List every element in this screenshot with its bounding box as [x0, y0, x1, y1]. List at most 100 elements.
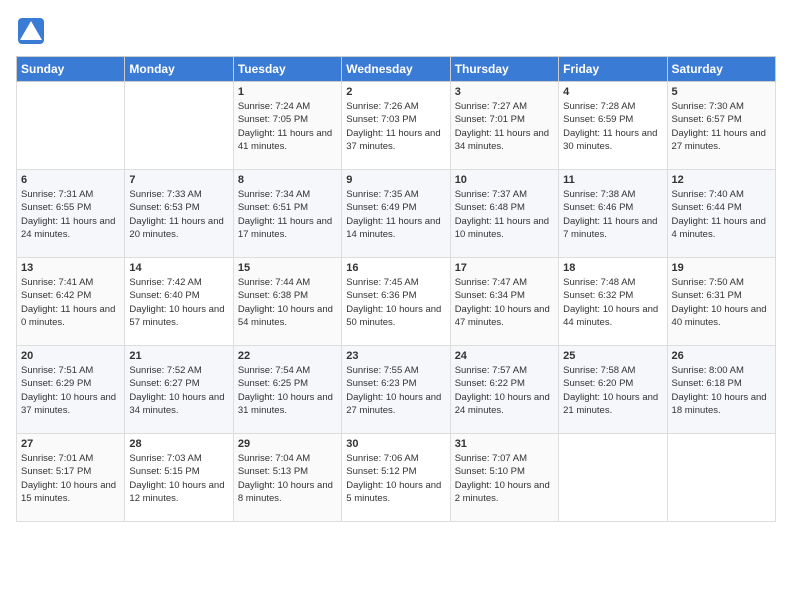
- day-number: 21: [129, 350, 228, 362]
- day-info: Sunrise: 7:24 AM Sunset: 7:05 PM Dayligh…: [238, 100, 337, 153]
- day-info: Sunrise: 7:37 AM Sunset: 6:48 PM Dayligh…: [455, 188, 554, 241]
- logo-icon: [16, 16, 46, 46]
- day-number: 30: [346, 438, 445, 450]
- day-info: Sunrise: 7:04 AM Sunset: 5:13 PM Dayligh…: [238, 452, 337, 505]
- day-info: Sunrise: 7:33 AM Sunset: 6:53 PM Dayligh…: [129, 188, 228, 241]
- calendar-cell: 6 Sunrise: 7:31 AM Sunset: 6:55 PM Daylig…: [17, 170, 125, 258]
- calendar-cell: 20 Sunrise: 7:51 AM Sunset: 6:29 PM Dayli…: [17, 346, 125, 434]
- day-number: 18: [563, 262, 662, 274]
- day-number: 4: [563, 86, 662, 98]
- calendar-cell: 13 Sunrise: 7:41 AM Sunset: 6:42 PM Dayli…: [17, 258, 125, 346]
- calendar-cell: 9 Sunrise: 7:35 AM Sunset: 6:49 PM Daylig…: [342, 170, 450, 258]
- calendar-cell: 25 Sunrise: 7:58 AM Sunset: 6:20 PM Dayli…: [559, 346, 667, 434]
- day-number: 27: [21, 438, 120, 450]
- day-number: 6: [21, 174, 120, 186]
- day-number: 11: [563, 174, 662, 186]
- day-info: Sunrise: 7:50 AM Sunset: 6:31 PM Dayligh…: [672, 276, 771, 329]
- day-number: 26: [672, 350, 771, 362]
- day-number: 9: [346, 174, 445, 186]
- calendar-cell: 15 Sunrise: 7:44 AM Sunset: 6:38 PM Dayli…: [233, 258, 341, 346]
- calendar-cell: 19 Sunrise: 7:50 AM Sunset: 6:31 PM Dayli…: [667, 258, 775, 346]
- weekday-header: Tuesday: [233, 57, 341, 82]
- day-number: 2: [346, 86, 445, 98]
- day-number: 19: [672, 262, 771, 274]
- day-info: Sunrise: 7:01 AM Sunset: 5:17 PM Dayligh…: [21, 452, 120, 505]
- calendar-cell: 30 Sunrise: 7:06 AM Sunset: 5:12 PM Dayli…: [342, 434, 450, 522]
- calendar-week-row: 1 Sunrise: 7:24 AM Sunset: 7:05 PM Daylig…: [17, 82, 776, 170]
- day-info: Sunrise: 8:00 AM Sunset: 6:18 PM Dayligh…: [672, 364, 771, 417]
- day-info: Sunrise: 7:58 AM Sunset: 6:20 PM Dayligh…: [563, 364, 662, 417]
- calendar-cell: 24 Sunrise: 7:57 AM Sunset: 6:22 PM Dayli…: [450, 346, 558, 434]
- calendar-cell: 1 Sunrise: 7:24 AM Sunset: 7:05 PM Daylig…: [233, 82, 341, 170]
- calendar-week-row: 6 Sunrise: 7:31 AM Sunset: 6:55 PM Daylig…: [17, 170, 776, 258]
- calendar-cell: 22Sunrise: 7:54 AM Sunset: 6:25 PM Dayli…: [233, 346, 341, 434]
- day-number: 7: [129, 174, 228, 186]
- day-number: 15: [238, 262, 337, 274]
- day-number: 16: [346, 262, 445, 274]
- calendar-cell: 28 Sunrise: 7:03 AM Sunset: 5:15 PM Dayli…: [125, 434, 233, 522]
- weekday-header: Friday: [559, 57, 667, 82]
- weekday-header-row: SundayMondayTuesdayWednesdayThursdayFrid…: [17, 57, 776, 82]
- day-number: 17: [455, 262, 554, 274]
- calendar-week-row: 13 Sunrise: 7:41 AM Sunset: 6:42 PM Dayli…: [17, 258, 776, 346]
- day-info: Sunrise: 7:45 AM Sunset: 6:36 PM Dayligh…: [346, 276, 445, 329]
- day-info: Sunrise: 7:55 AM Sunset: 6:23 PM Dayligh…: [346, 364, 445, 417]
- day-info: Sunrise: 7:35 AM Sunset: 6:49 PM Dayligh…: [346, 188, 445, 241]
- day-info: Sunrise: 7:31 AM Sunset: 6:55 PM Dayligh…: [21, 188, 120, 241]
- day-info: Sunrise: 7:42 AM Sunset: 6:40 PM Dayligh…: [129, 276, 228, 329]
- calendar-cell: [17, 82, 125, 170]
- day-info: Sunrise: 7:07 AM Sunset: 5:10 PM Dayligh…: [455, 452, 554, 505]
- day-number: 5: [672, 86, 771, 98]
- weekday-header: Wednesday: [342, 57, 450, 82]
- calendar-cell: 21 Sunrise: 7:52 AM Sunset: 6:27 PM Dayli…: [125, 346, 233, 434]
- day-number: 14: [129, 262, 228, 274]
- calendar-cell: 8 Sunrise: 7:34 AM Sunset: 6:51 PM Daylig…: [233, 170, 341, 258]
- calendar-cell: 16 Sunrise: 7:45 AM Sunset: 6:36 PM Dayli…: [342, 258, 450, 346]
- day-number: 13: [21, 262, 120, 274]
- day-info: Sunrise: 7:34 AM Sunset: 6:51 PM Dayligh…: [238, 188, 337, 241]
- page-header: [16, 16, 776, 46]
- calendar-table: SundayMondayTuesdayWednesdayThursdayFrid…: [16, 56, 776, 522]
- day-info: Sunrise: 7:41 AM Sunset: 6:42 PM Dayligh…: [21, 276, 120, 329]
- day-number: 22: [238, 350, 337, 362]
- logo: [16, 16, 50, 46]
- day-info: Sunrise: 7:40 AM Sunset: 6:44 PM Dayligh…: [672, 188, 771, 241]
- calendar-cell: 14 Sunrise: 7:42 AM Sunset: 6:40 PM Dayli…: [125, 258, 233, 346]
- day-info: Sunrise: 7:51 AM Sunset: 6:29 PM Dayligh…: [21, 364, 120, 417]
- calendar-cell: 29 Sunrise: 7:04 AM Sunset: 5:13 PM Dayli…: [233, 434, 341, 522]
- day-info: Sunrise: 7:57 AM Sunset: 6:22 PM Dayligh…: [455, 364, 554, 417]
- day-number: 1: [238, 86, 337, 98]
- calendar-cell: 27 Sunrise: 7:01 AM Sunset: 5:17 PM Dayli…: [17, 434, 125, 522]
- day-number: 12: [672, 174, 771, 186]
- day-number: 31: [455, 438, 554, 450]
- day-number: 29: [238, 438, 337, 450]
- weekday-header: Sunday: [17, 57, 125, 82]
- weekday-header: Thursday: [450, 57, 558, 82]
- day-number: 24: [455, 350, 554, 362]
- day-info: Sunrise: 7:38 AM Sunset: 6:46 PM Dayligh…: [563, 188, 662, 241]
- day-number: 23: [346, 350, 445, 362]
- day-info: Sunrise: 7:52 AM Sunset: 6:27 PM Dayligh…: [129, 364, 228, 417]
- day-info: Sunrise: 7:27 AM Sunset: 7:01 PM Dayligh…: [455, 100, 554, 153]
- calendar-cell: 5 Sunrise: 7:30 AM Sunset: 6:57 PM Daylig…: [667, 82, 775, 170]
- day-info: Sunrise: 7:30 AM Sunset: 6:57 PM Dayligh…: [672, 100, 771, 153]
- day-number: 8: [238, 174, 337, 186]
- day-info: Sunrise: 7:28 AM Sunset: 6:59 PM Dayligh…: [563, 100, 662, 153]
- calendar-cell: 23 Sunrise: 7:55 AM Sunset: 6:23 PM Dayli…: [342, 346, 450, 434]
- day-number: 28: [129, 438, 228, 450]
- day-number: 20: [21, 350, 120, 362]
- calendar-cell: [667, 434, 775, 522]
- day-info: Sunrise: 7:44 AM Sunset: 6:38 PM Dayligh…: [238, 276, 337, 329]
- day-info: Sunrise: 7:26 AM Sunset: 7:03 PM Dayligh…: [346, 100, 445, 153]
- calendar-cell: [559, 434, 667, 522]
- weekday-header: Saturday: [667, 57, 775, 82]
- calendar-cell: 4 Sunrise: 7:28 AM Sunset: 6:59 PM Daylig…: [559, 82, 667, 170]
- day-info: Sunrise: 7:48 AM Sunset: 6:32 PM Dayligh…: [563, 276, 662, 329]
- calendar-week-row: 27 Sunrise: 7:01 AM Sunset: 5:17 PM Dayli…: [17, 434, 776, 522]
- day-info: Sunrise: 7:03 AM Sunset: 5:15 PM Dayligh…: [129, 452, 228, 505]
- day-number: 25: [563, 350, 662, 362]
- day-info: Sunrise: 7:47 AM Sunset: 6:34 PM Dayligh…: [455, 276, 554, 329]
- calendar-cell: 11 Sunrise: 7:38 AM Sunset: 6:46 PM Dayli…: [559, 170, 667, 258]
- calendar-cell: 18 Sunrise: 7:48 AM Sunset: 6:32 PM Dayli…: [559, 258, 667, 346]
- day-info: Sunrise: 7:06 AM Sunset: 5:12 PM Dayligh…: [346, 452, 445, 505]
